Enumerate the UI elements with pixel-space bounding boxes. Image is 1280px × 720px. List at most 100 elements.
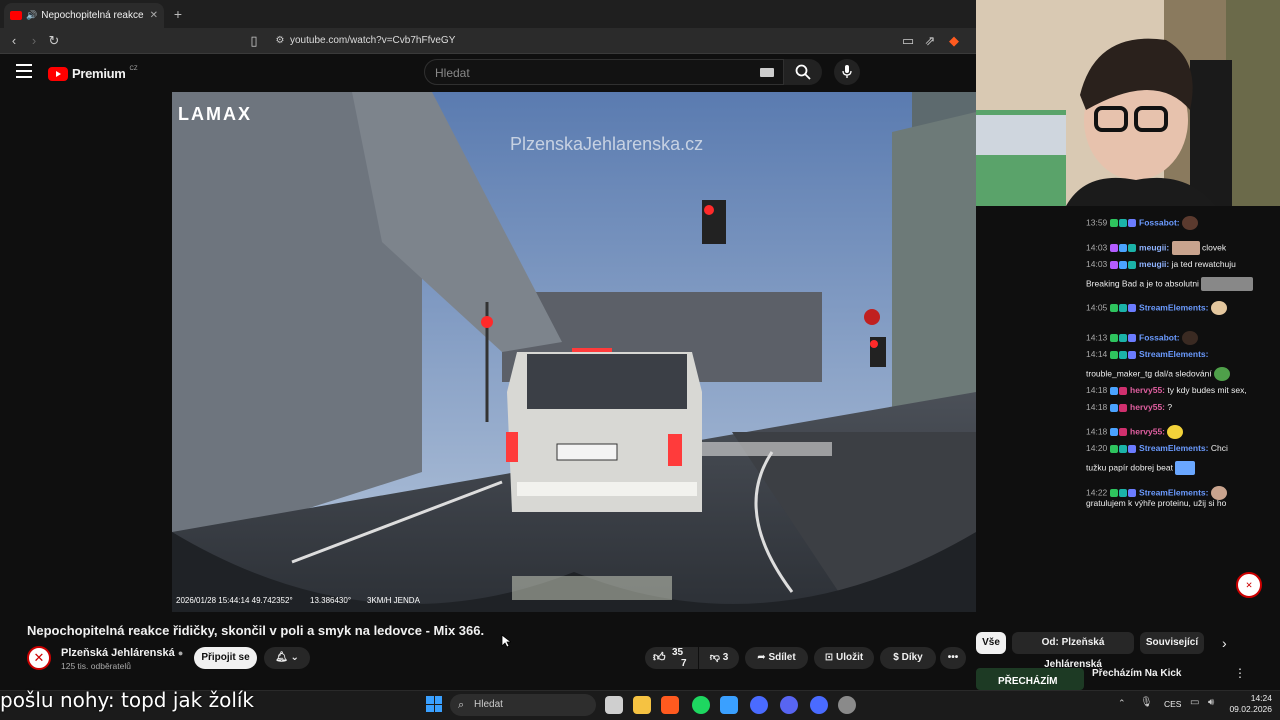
badge-icon — [1118, 489, 1127, 497]
badge-icon — [1118, 219, 1127, 227]
taskbar-search[interactable]: ⌕ Hledat — [450, 694, 596, 716]
chat-message: 14:18 hervy55: ? — [1086, 402, 1276, 413]
save-label: Uložit — [835, 652, 864, 663]
browser-nav-bar: ‹ › ↻ ▯ ⚙ youtube.com/watch?v=Cvb7hFfveG… — [0, 28, 976, 54]
badge-icon — [1127, 334, 1136, 342]
discord-icon[interactable] — [780, 696, 798, 714]
chat-user[interactable]: StreamElements: — [1139, 349, 1208, 359]
share-button[interactable]: ➦ Sdílet — [745, 647, 808, 669]
chat-user[interactable]: StreamElements: — [1139, 487, 1208, 497]
channel-name[interactable]: Plzeňská Jehlárenská ● — [61, 647, 183, 659]
badge-icon — [1127, 304, 1136, 312]
brave-browser-icon[interactable] — [661, 696, 679, 714]
video-player[interactable]: LAMAX PlzenskaJehlarenska.cz 2026/01/28 … — [172, 92, 976, 612]
badge-icon — [1118, 260, 1127, 269]
language-indicator[interactable]: CES — [1164, 699, 1181, 709]
badge-icon — [1109, 244, 1118, 252]
forward-icon[interactable]: › — [26, 33, 42, 49]
cast-icon[interactable]: ▭ — [900, 33, 916, 49]
chat-text: gratulujem k výhře proteinu, užij si ho — [1086, 498, 1227, 508]
chat-message: 14:05 StreamElements: — [1086, 301, 1276, 315]
related-video[interactable]: PŘECHÁZÍM Přecházím Na Kick ⋮ — [976, 662, 1280, 690]
file-explorer-icon[interactable] — [633, 696, 651, 714]
search-input[interactable]: Hledat — [424, 59, 784, 85]
chat-user[interactable]: Fossabot: — [1139, 332, 1180, 342]
chat-message: 14:18 hervy55: — [1086, 425, 1276, 439]
chat-user[interactable]: meugii: — [1139, 259, 1169, 269]
join-button[interactable]: Připojit se — [194, 647, 257, 669]
brave-shield-icon[interactable]: ◆ — [946, 33, 962, 49]
badge-icon — [1118, 444, 1127, 453]
badge-icon — [1109, 428, 1118, 436]
streaming-app-icon[interactable] — [750, 696, 768, 714]
taskbar-search-icon: ⌕ — [458, 699, 465, 711]
thanks-button[interactable]: $ Díky — [880, 647, 936, 669]
keyboard-icon[interactable] — [760, 68, 774, 77]
search-button[interactable] — [784, 59, 822, 85]
site-info-icon[interactable]: ⚙ — [272, 33, 288, 49]
recording-app-icon[interactable] — [838, 696, 856, 714]
chat-time: 14:13 — [1086, 332, 1108, 343]
bookmark-save-icon: ⊡ — [824, 652, 834, 663]
spotify-icon[interactable] — [692, 696, 710, 714]
chat-user[interactable]: hervy55: — [1130, 402, 1165, 412]
more-actions-button[interactable]: ••• — [940, 647, 966, 669]
chat-text: Chci — [1210, 443, 1228, 453]
share-page-icon[interactable]: ⇗ — [922, 33, 938, 49]
share-label: Sdílet — [768, 652, 796, 663]
logo-country: CZ — [129, 66, 138, 72]
chat-user[interactable]: hervy55: — [1130, 426, 1165, 436]
notification-bell-button[interactable]: 🔔︎ ⌄ — [264, 647, 310, 669]
badge-icon — [1127, 244, 1136, 252]
clock-date: 09.02.2026 — [1229, 704, 1272, 714]
windows-start-icon[interactable] — [426, 696, 442, 712]
system-clock[interactable]: 14:24 09.02.2026 — [1226, 693, 1272, 715]
task-view-icon[interactable] — [605, 696, 623, 714]
chat-app-icon[interactable] — [810, 696, 828, 714]
back-icon[interactable]: ‹ — [6, 33, 22, 49]
badge-icon — [1109, 350, 1118, 359]
youtube-premium-logo[interactable]: Premium CZ — [48, 66, 138, 81]
chat-user[interactable]: meugii: — [1139, 242, 1169, 252]
app-icon[interactable] — [720, 696, 738, 714]
chat-user[interactable]: hervy55: — [1130, 385, 1165, 395]
chat-user[interactable]: Fossabot: — [1139, 217, 1180, 227]
like-button[interactable]: 👍︎ 35 7 — [645, 647, 698, 669]
chip-channel[interactable]: Od: Plzeňská Jehlárenská — [1012, 632, 1134, 670]
reload-icon[interactable]: ↻ — [46, 33, 62, 49]
save-button[interactable]: ⊡ Uložit — [814, 647, 874, 669]
badge-icon — [1109, 386, 1118, 395]
tray-chevron-icon[interactable]: ⌃ — [1118, 698, 1126, 709]
address-bar[interactable]: youtube.com/watch?v=Cvb7hFfveGY — [290, 33, 850, 49]
chat-text: ty kdy budes mit sex, — [1167, 385, 1247, 395]
network-icon[interactable]: ▭ — [1190, 697, 1199, 708]
mic-tray-icon[interactable]: 🎙︎ — [1140, 697, 1153, 708]
speaker-icon: 🔊 — [26, 10, 38, 20]
menu-icon[interactable] — [16, 64, 32, 78]
chip-all[interactable]: Vše — [976, 632, 1006, 654]
badge-icon — [1127, 219, 1136, 227]
thumbs-down-icon: 👎︎ — [709, 652, 720, 663]
badge-icon — [1127, 444, 1136, 453]
microphone-icon — [842, 65, 852, 78]
close-tab-icon[interactable]: ✕ — [150, 10, 158, 21]
chat-user[interactable]: StreamElements: — [1139, 302, 1208, 312]
dislike-button[interactable]: 👎︎ 3 — [699, 647, 739, 669]
bookmark-icon[interactable]: ▯ — [246, 33, 262, 49]
badge-icon — [1118, 386, 1127, 395]
chat-user[interactable]: StreamElements: — [1139, 443, 1208, 453]
dislike-count: 3 — [722, 652, 729, 663]
thumbs-up-icon: 👍︎ — [653, 650, 666, 664]
volume-icon[interactable]: 🔊︎ — [1208, 697, 1214, 708]
channel-avatar[interactable]: ✕ — [27, 646, 51, 670]
chat-time: 14:05 — [1086, 302, 1108, 313]
webcam-frame — [976, 0, 1280, 206]
voice-search-button[interactable] — [834, 59, 860, 85]
stream-chat: 13:59 Fossabot: 14:03 meugii: clovek 14:… — [1082, 206, 1280, 612]
new-tab-button[interactable]: + — [170, 6, 186, 22]
more-vert-icon[interactable]: ⋮ — [1234, 666, 1246, 680]
chevron-right-icon[interactable]: › — [1222, 635, 1227, 651]
chat-text: trouble_maker_tg dal/a sledování — [1086, 368, 1212, 379]
browser-tab[interactable]: 🔊 Nepochopitelná reakce řidičky... ✕ — [4, 3, 164, 28]
chip-related[interactable]: Související — [1140, 632, 1204, 654]
